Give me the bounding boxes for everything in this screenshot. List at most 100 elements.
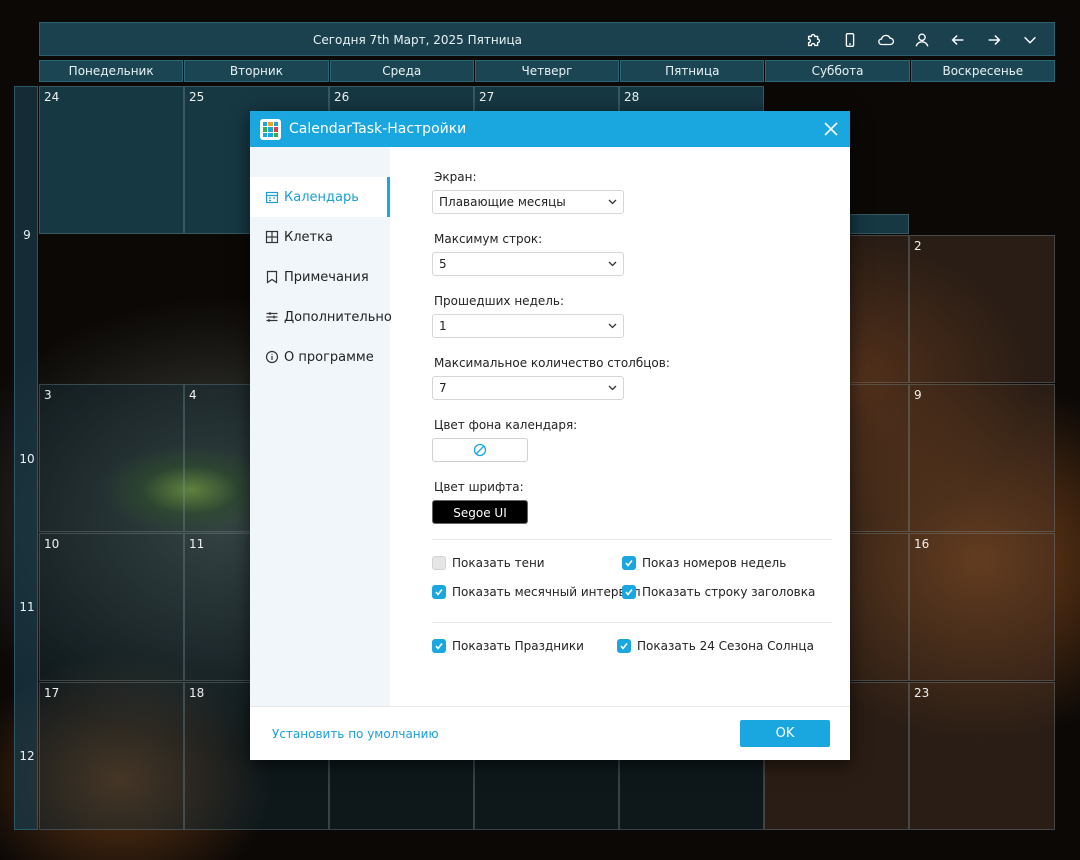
weekday-wednesday: Среда: [329, 60, 474, 82]
nav-cell[interactable]: Клетка: [250, 217, 390, 257]
max-cols-label: Максимальное количество столбцов:: [434, 356, 670, 370]
day-cell[interactable]: 17: [39, 682, 184, 830]
day-cell[interactable]: 2: [909, 235, 1055, 383]
app-logo-icon: [260, 119, 281, 140]
nav-label: Календарь: [284, 189, 359, 205]
footer-divider: [250, 706, 850, 707]
week-number-column: 9 10 11 12: [14, 86, 38, 830]
chevron-down-icon: [608, 199, 617, 205]
reset-defaults-link[interactable]: Установить по умолчанию: [272, 727, 439, 741]
past-weeks-label: Прошедших недель:: [434, 294, 565, 308]
weekday-tuesday: Вторник: [184, 60, 329, 82]
weekday-monday: Понедельник: [39, 60, 184, 82]
day-number: 10: [44, 537, 60, 551]
day-number: 4: [189, 388, 197, 402]
day-number: 2: [914, 239, 922, 253]
calendar-icon: [265, 191, 279, 204]
screen-label: Экран:: [434, 170, 477, 184]
select-value: Плавающие месяцы: [439, 195, 566, 209]
cloud-icon[interactable]: [868, 23, 904, 57]
nav-advanced[interactable]: Дополнительно: [250, 297, 392, 337]
day-number: 25: [189, 90, 205, 104]
show-solar-terms-checkbox[interactable]: Показать 24 Сезона Солнца: [617, 639, 814, 653]
week-number: 12: [19, 749, 35, 763]
chevron-down-icon: [608, 261, 617, 267]
bg-color-picker[interactable]: [432, 438, 528, 462]
check-icon: [622, 556, 636, 570]
weekday-header: Понедельник Вторник Среда Четверг Пятниц…: [39, 60, 1055, 82]
divider: [432, 622, 832, 623]
show-shadows-checkbox[interactable]: Показать тени: [432, 556, 545, 570]
max-rows-select[interactable]: 5: [432, 252, 624, 276]
settings-dialog: CalendarTask-Настройки Календарь Клетка …: [250, 111, 850, 760]
past-weeks-select[interactable]: 1: [432, 314, 624, 338]
day-number: 3: [44, 388, 52, 402]
check-icon: [617, 639, 631, 653]
day-cell[interactable]: 24: [39, 86, 184, 234]
day-number: 16: [914, 537, 930, 551]
day-number: 11: [189, 537, 205, 551]
arrow-left-icon[interactable]: [940, 23, 976, 57]
screen-select[interactable]: Плавающие месяцы: [432, 190, 624, 214]
chevron-down-icon: [608, 385, 617, 391]
dialog-titlebar: CalendarTask-Настройки: [250, 111, 850, 147]
font-picker[interactable]: Segoe UI: [432, 500, 528, 524]
nav-about[interactable]: О программе: [250, 337, 390, 377]
bg-color-label: Цвет фона календаря:: [434, 418, 578, 432]
week-number: 10: [19, 452, 35, 466]
weekday-sunday: Воскресенье: [910, 60, 1055, 82]
close-icon[interactable]: [822, 120, 840, 138]
checkbox-label: Показать Праздники: [452, 639, 584, 653]
arrow-right-icon[interactable]: [976, 23, 1012, 57]
grid-icon: [265, 230, 279, 244]
nav-calendar[interactable]: Календарь: [250, 177, 390, 217]
phone-icon[interactable]: [832, 23, 868, 57]
dialog-title: CalendarTask-Настройки: [289, 121, 467, 137]
info-icon: [265, 350, 279, 364]
sliders-icon: [266, 312, 278, 322]
day-number: 23: [914, 686, 930, 700]
day-cell[interactable]: 3: [39, 384, 184, 532]
day-cell[interactable]: 23: [909, 682, 1055, 830]
today-label: Сегодня 7th Март, 2025 Пятница: [312, 33, 523, 47]
weekday-thursday: Четверг: [474, 60, 620, 82]
settings-sidebar: Календарь Клетка Примечания Дополнительн…: [250, 147, 392, 706]
nav-label: Примечания: [284, 269, 369, 285]
no-color-icon: [473, 443, 487, 457]
weekday-friday: Пятница: [620, 60, 765, 82]
day-cell[interactable]: 16: [909, 533, 1055, 681]
show-title-bar-checkbox[interactable]: Показать строку заголовка: [622, 585, 815, 599]
checkbox-label: Показать тени: [452, 556, 545, 570]
show-week-numbers-checkbox[interactable]: Показ номеров недель: [622, 556, 786, 570]
divider: [432, 539, 832, 540]
nav-label: Дополнительно: [284, 309, 392, 325]
puzzle-icon[interactable]: [796, 23, 832, 57]
nav-label: О программе: [284, 349, 374, 365]
max-cols-select[interactable]: 7: [432, 376, 624, 400]
chevron-down-icon: [608, 323, 617, 329]
checkbox-label: Показ номеров недель: [642, 556, 787, 570]
select-value: 5: [439, 257, 447, 271]
user-icon[interactable]: [904, 23, 940, 57]
day-number: 24: [44, 90, 60, 104]
week-number: 9: [23, 228, 31, 242]
nav-label: Клетка: [284, 229, 333, 245]
day-cell[interactable]: 9: [909, 384, 1055, 532]
chevron-down-icon[interactable]: [1012, 23, 1048, 57]
day-number: 18: [189, 686, 205, 700]
checkbox-label: Показать 24 Сезона Солнца: [637, 639, 814, 653]
check-icon: [622, 585, 636, 599]
calendar-titlebar: Сегодня 7th Март, 2025 Пятница: [39, 22, 1055, 56]
day-number: 26: [334, 90, 350, 104]
max-rows-label: Максимум строк:: [434, 232, 543, 246]
week-number: 11: [19, 600, 35, 614]
check-icon: [432, 639, 446, 653]
day-cell[interactable]: 10: [39, 533, 184, 681]
checkbox-label: Показать месячный интервал: [452, 585, 641, 599]
select-value: 7: [439, 381, 447, 395]
ok-button[interactable]: OK: [740, 720, 830, 747]
show-holidays-checkbox[interactable]: Показать Праздники: [432, 639, 584, 653]
show-month-interval-checkbox[interactable]: Показать месячный интервал: [432, 585, 641, 599]
font-color-label: Цвет шрифта:: [434, 480, 524, 494]
nav-notes[interactable]: Примечания: [250, 257, 390, 297]
